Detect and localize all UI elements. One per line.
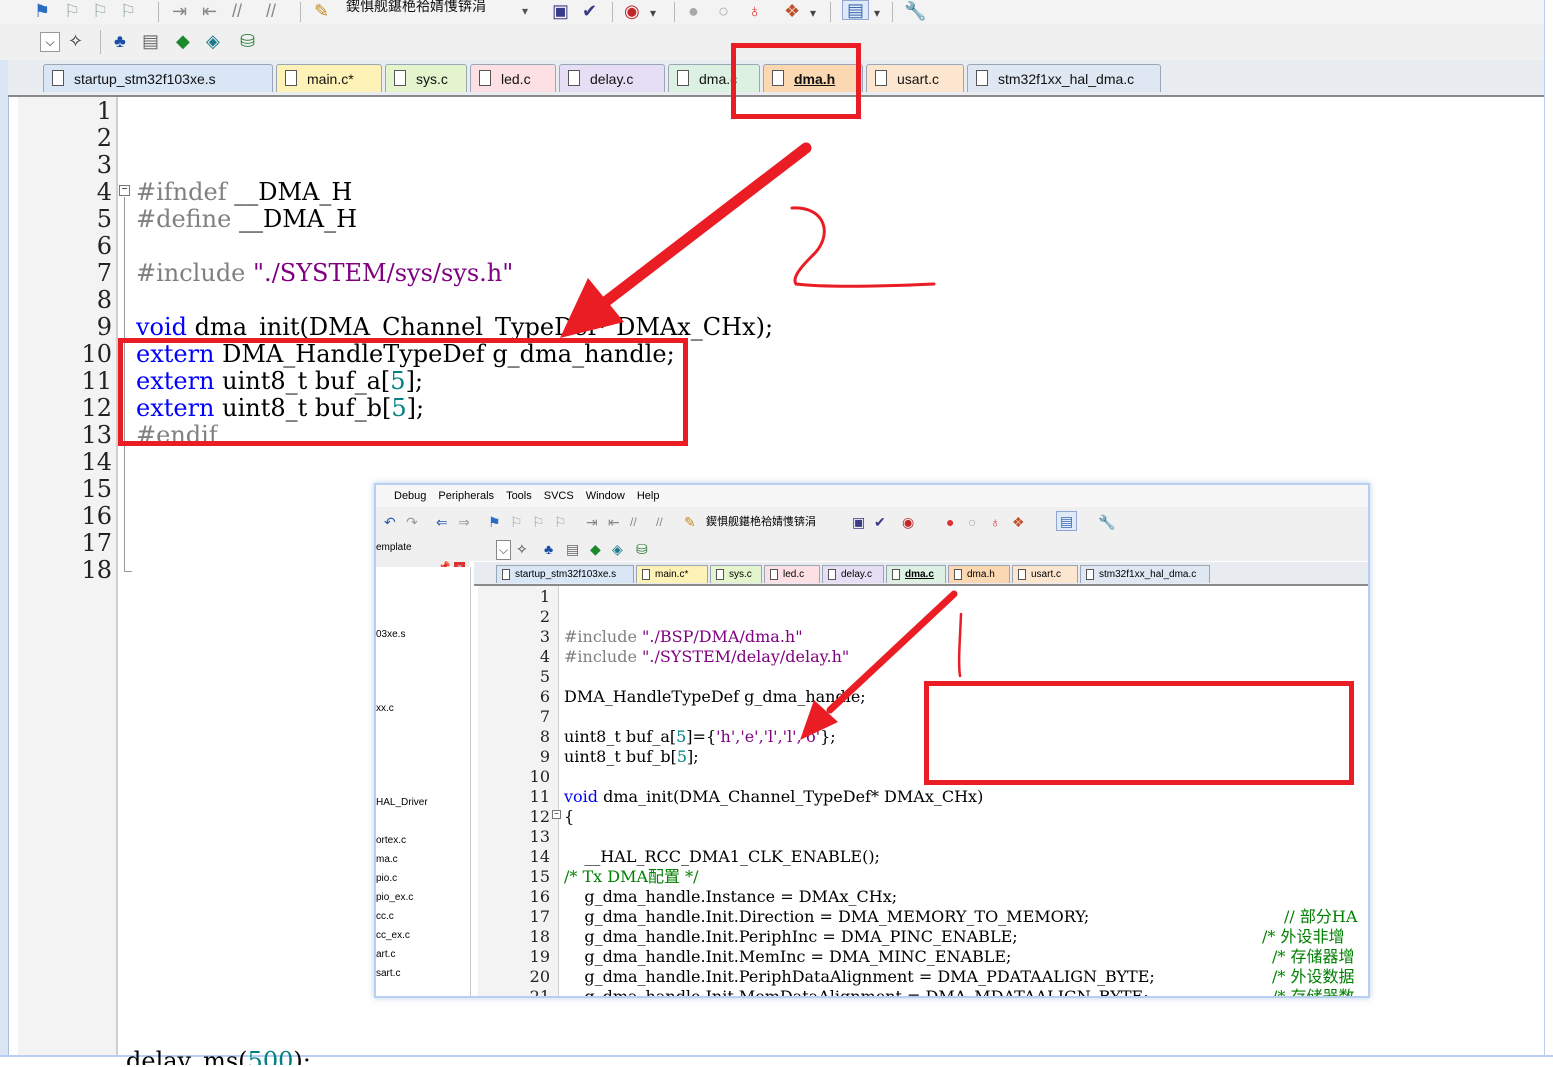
handwritten-number-2 (790, 206, 936, 288)
handwritten-number-1 (957, 612, 963, 678)
annotation-overlay (560, 142, 963, 740)
arrow-head (560, 278, 624, 338)
arrow-shaft (594, 142, 812, 312)
inset-arrow-shaft (826, 590, 958, 714)
